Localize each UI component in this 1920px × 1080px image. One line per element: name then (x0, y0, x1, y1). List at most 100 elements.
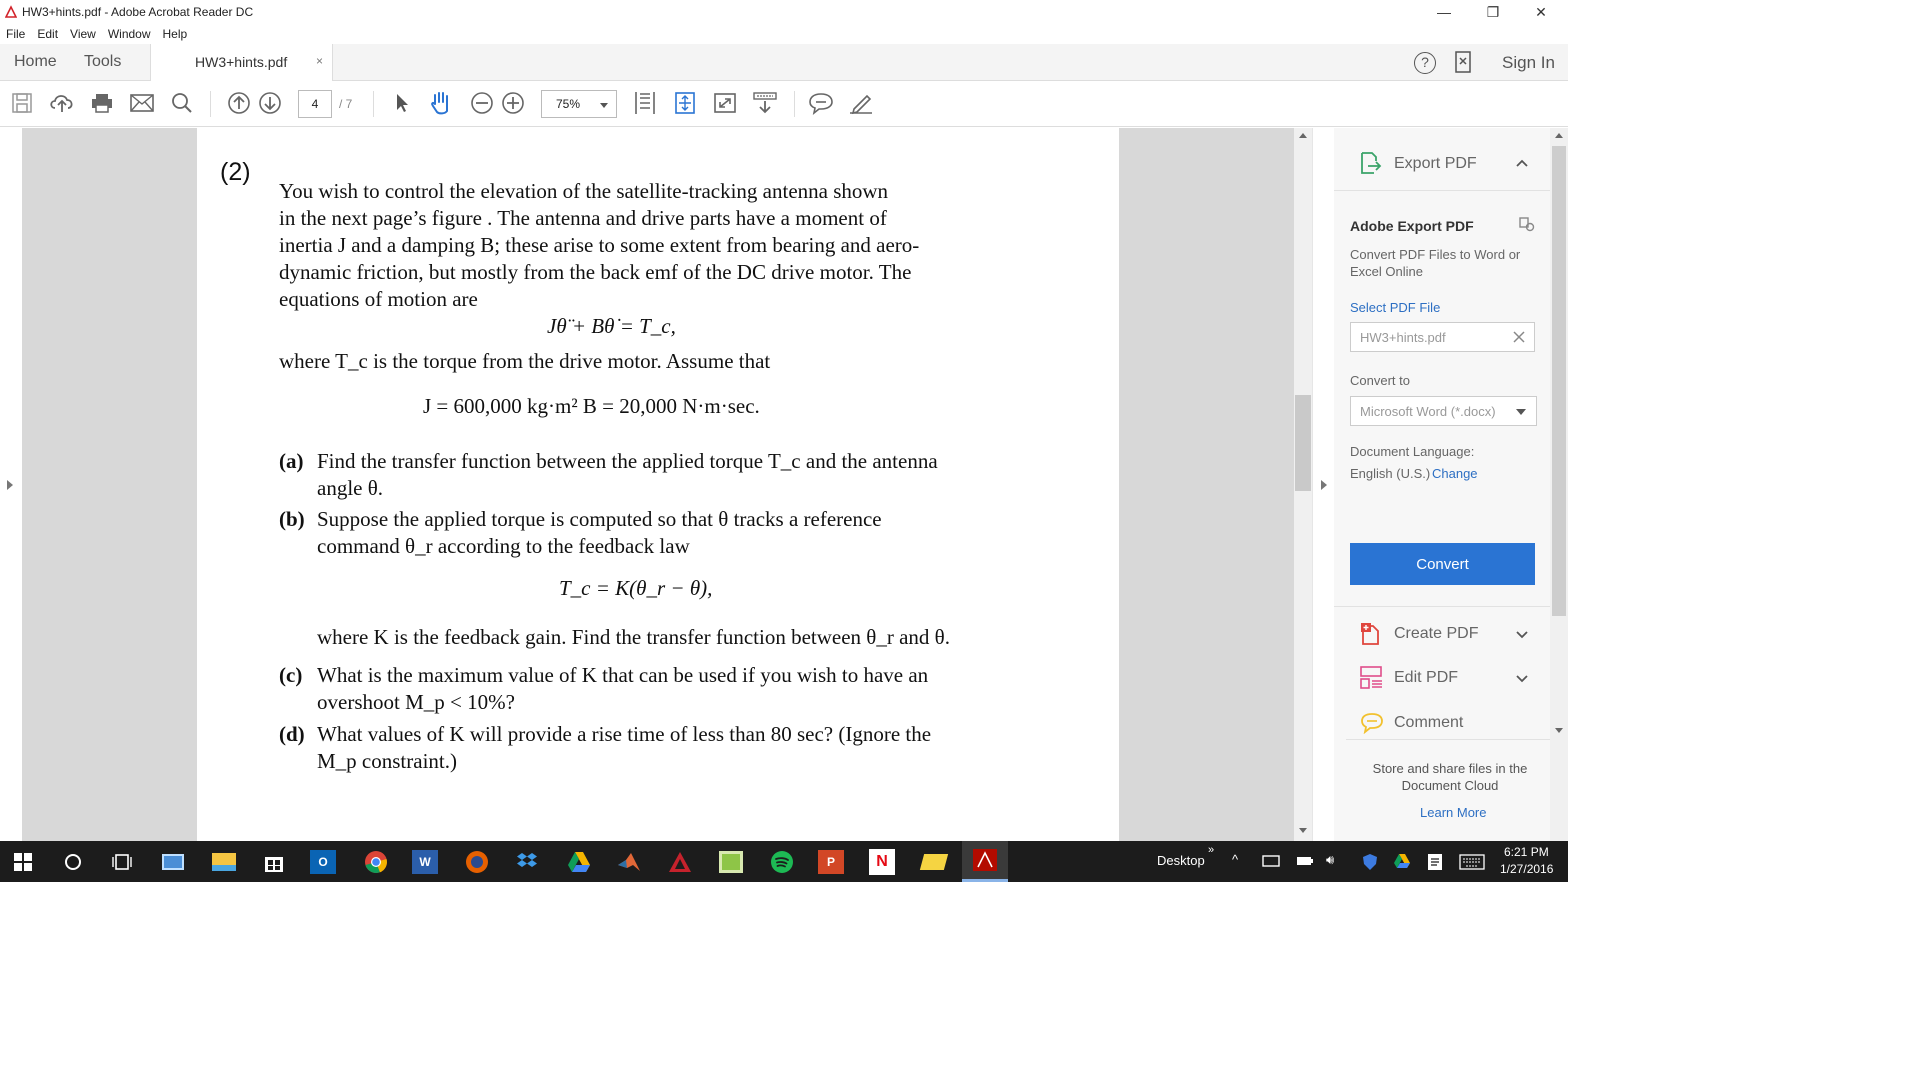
security-shield-icon[interactable] (1362, 853, 1378, 871)
outlook-icon[interactable]: O (310, 850, 336, 874)
dropbox-icon[interactable] (512, 847, 542, 877)
next-page-icon[interactable] (257, 90, 283, 116)
store-icon[interactable] (259, 847, 289, 877)
part-c-text: overshoot M_p < 10%? (317, 690, 515, 714)
restore-button[interactable]: ❐ (1470, 0, 1516, 24)
volume-icon[interactable]: 🔊︎ (1326, 852, 1334, 868)
scrollbar-thumb[interactable] (1295, 395, 1311, 491)
menu-file[interactable]: File (0, 24, 31, 41)
touch-keyboard-icon[interactable] (1459, 853, 1485, 871)
task-view-icon[interactable] (107, 847, 137, 877)
spotify-icon[interactable] (767, 847, 797, 877)
change-language-link[interactable]: Change (1432, 465, 1478, 482)
notifications-icon[interactable] (1427, 853, 1443, 871)
toolbar-expand-icon[interactable]: » (1208, 844, 1214, 856)
page-number-input[interactable]: 4 (298, 90, 332, 118)
print-icon[interactable] (89, 90, 115, 116)
hand-tool-icon[interactable] (428, 90, 454, 116)
learn-more-link[interactable]: Learn More (1420, 804, 1486, 821)
selected-file-field[interactable]: HW3+hints.pdf (1350, 322, 1535, 352)
save-icon[interactable] (9, 90, 35, 116)
cortana-icon[interactable] (58, 847, 88, 877)
search-icon[interactable] (169, 90, 195, 116)
tab-home[interactable]: Home (14, 53, 57, 71)
menu-bar: File Edit View Window Help (0, 24, 1568, 44)
zoom-out-icon[interactable] (469, 90, 495, 116)
convert-format-dropdown[interactable]: Microsoft Word (*.docx) (1350, 396, 1537, 426)
intro-line: dynamic friction, but mostly from the ba… (279, 260, 912, 284)
expand-left-pane-icon[interactable] (7, 480, 13, 490)
control-panel-icon[interactable] (158, 847, 188, 877)
windows-start-button[interactable] (8, 847, 38, 877)
tool-comment[interactable]: Comment (1394, 714, 1463, 732)
google-drive-icon[interactable] (564, 847, 594, 877)
firefox-icon[interactable] (462, 847, 492, 877)
collapse-right-pane-icon[interactable] (1321, 480, 1327, 490)
tool-edit-pdf[interactable]: Edit PDF (1394, 669, 1458, 687)
document-language-label: Document Language: (1350, 444, 1475, 459)
close-button[interactable]: ✕ (1518, 0, 1564, 24)
document-tab[interactable]: HW3+hints.pdf × (150, 44, 333, 82)
google-drive-tray-icon[interactable] (1393, 853, 1411, 869)
action-center-tray-icon[interactable] (1262, 853, 1280, 869)
netflix-icon[interactable]: N (869, 849, 895, 875)
mobile-link-icon[interactable] (1455, 51, 1471, 73)
scroll-down-icon[interactable] (1555, 728, 1563, 733)
scroll-up-icon[interactable] (1299, 133, 1307, 138)
desktop-toolbar-label[interactable]: Desktop (1157, 853, 1205, 868)
menu-help[interactable]: Help (157, 24, 194, 41)
tab-tools[interactable]: Tools (84, 53, 121, 71)
clear-file-icon[interactable] (1513, 331, 1525, 343)
comment-icon[interactable] (808, 90, 834, 116)
help-button[interactable]: ? (1414, 52, 1436, 74)
prev-page-icon[interactable] (226, 90, 252, 116)
select-cursor-icon[interactable] (389, 90, 415, 116)
export-pdf-icon (1361, 152, 1382, 174)
email-icon[interactable] (129, 90, 155, 116)
fit-page-icon[interactable] (672, 90, 698, 116)
zoom-in-icon[interactable] (500, 90, 526, 116)
scroll-down-icon[interactable] (1299, 828, 1307, 833)
convert-button[interactable]: Convert (1350, 543, 1535, 585)
equation-motion: Jθ̈ + Bθ̇ = T_c, (547, 314, 676, 338)
convert-to-label: Convert to (1350, 373, 1410, 388)
menu-view[interactable]: View (64, 24, 102, 41)
file-explorer-icon[interactable] (209, 847, 239, 877)
battery-icon[interactable] (1296, 855, 1314, 867)
zoom-level-value: 75% (556, 97, 581, 111)
matlab-icon[interactable] (614, 847, 644, 877)
powerpoint-icon[interactable]: P (818, 850, 844, 874)
camtasia-icon[interactable] (716, 847, 746, 877)
scroll-mode-icon[interactable] (752, 90, 778, 116)
export-pdf-header[interactable]: Export PDF (1394, 155, 1477, 173)
zoom-level-dropdown[interactable]: 75% (541, 90, 617, 118)
document-scrollbar[interactable] (1294, 128, 1312, 841)
folder-icon[interactable] (919, 847, 949, 877)
clock-time[interactable]: 6:21 PM (1504, 845, 1549, 859)
scrollbar-thumb[interactable] (1552, 146, 1566, 616)
right-pane-scrollbar[interactable] (1550, 128, 1568, 841)
select-pdf-file-label[interactable]: Select PDF File (1350, 299, 1440, 316)
part-a-text: angle θ. (317, 476, 384, 500)
tool-create-pdf[interactable]: Create PDF (1394, 625, 1478, 643)
clock-date[interactable]: 1/27/2016 (1500, 862, 1553, 876)
sign-in-link[interactable]: Sign In (1502, 53, 1555, 73)
fullscreen-icon[interactable] (712, 90, 738, 116)
acrobat-taskbar-icon[interactable] (962, 841, 1008, 882)
autocad-icon[interactable] (665, 847, 695, 877)
chrome-icon[interactable] (361, 847, 391, 877)
cloud-upload-icon[interactable] (49, 90, 75, 116)
menu-edit[interactable]: Edit (31, 24, 64, 41)
scroll-up-icon[interactable] (1555, 133, 1563, 138)
close-tab-icon[interactable]: × (316, 54, 323, 68)
chevron-down-icon[interactable] (1515, 629, 1529, 639)
chevron-up-icon[interactable] (1515, 158, 1529, 168)
minimize-button[interactable]: — (1421, 0, 1467, 24)
export-settings-icon[interactable] (1518, 216, 1536, 232)
word-icon[interactable]: W (412, 850, 438, 874)
sign-icon[interactable] (848, 90, 874, 116)
show-hidden-icons-icon[interactable]: ^ (1232, 852, 1238, 867)
chevron-down-icon[interactable] (1515, 673, 1529, 683)
menu-window[interactable]: Window (102, 24, 157, 41)
fit-width-icon[interactable] (632, 90, 658, 116)
